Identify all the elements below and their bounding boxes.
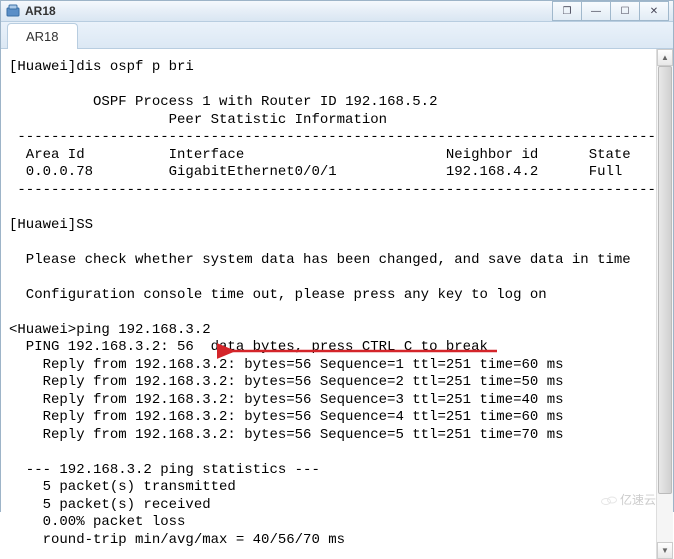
scroll-up-button[interactable]: ▲ (657, 49, 673, 66)
restore-button[interactable]: ❐ (552, 1, 582, 21)
scroll-track[interactable] (657, 66, 673, 542)
tab-strip: AR18 (1, 22, 673, 49)
window-frame: AR18 ❐ — ☐ ✕ AR18 [Huawei]dis ospf p bri… (0, 0, 674, 512)
close-button[interactable]: ✕ (639, 1, 669, 21)
minimize-button[interactable]: — (581, 1, 611, 21)
terminal-output[interactable]: [Huawei]dis ospf p bri OSPF Process 1 wi… (1, 49, 656, 559)
scroll-thumb[interactable] (658, 66, 672, 494)
titlebar[interactable]: AR18 ❐ — ☐ ✕ (1, 1, 673, 22)
terminal-wrap: [Huawei]dis ospf p bri OSPF Process 1 wi… (1, 49, 673, 559)
maximize-button[interactable]: ☐ (610, 1, 640, 21)
tab-ar18[interactable]: AR18 (7, 23, 78, 49)
window-title: AR18 (25, 4, 553, 18)
vertical-scrollbar: ▲ ▼ (656, 49, 673, 559)
scroll-down-button[interactable]: ▼ (657, 542, 673, 559)
window-controls: ❐ — ☐ ✕ (553, 1, 669, 21)
app-icon (5, 3, 21, 19)
